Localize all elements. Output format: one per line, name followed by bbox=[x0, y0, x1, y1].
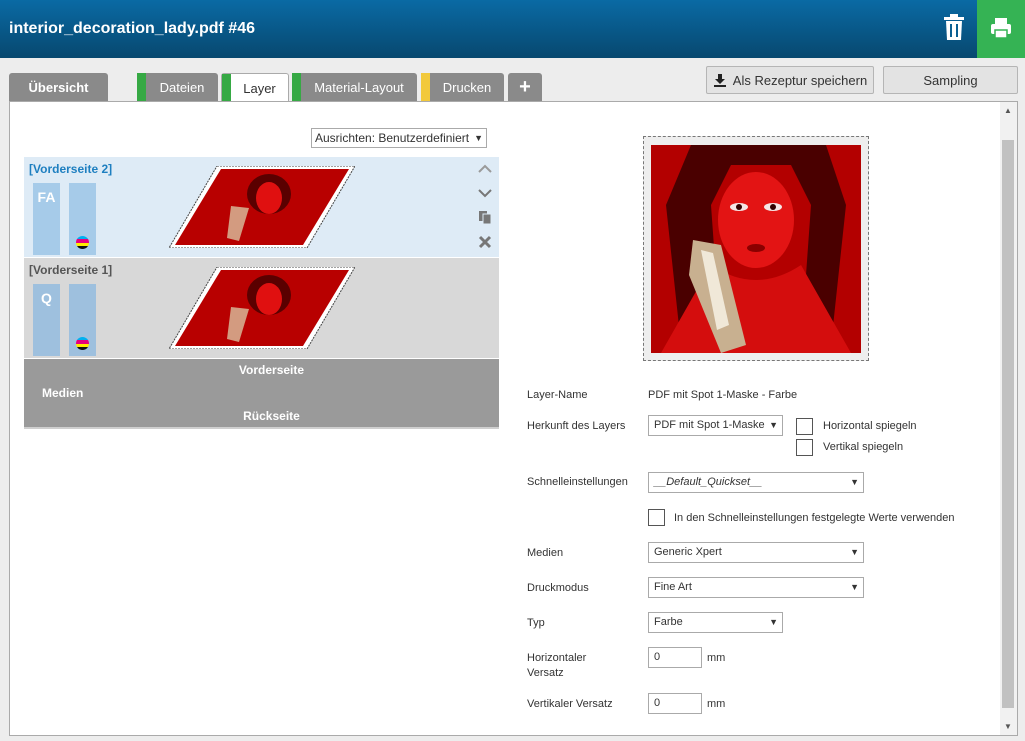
layer-type-chip: Q bbox=[33, 284, 60, 356]
tab-label: Übersicht bbox=[28, 79, 89, 95]
tab-status-stripe bbox=[137, 73, 146, 101]
print-mode-label: Druckmodus bbox=[527, 582, 589, 594]
layer-name-label: Layer-Name bbox=[527, 389, 588, 401]
tab-layer[interactable]: Layer bbox=[221, 73, 289, 103]
layer-thumbnail bbox=[169, 166, 355, 248]
tab-print[interactable]: Drucken bbox=[421, 73, 504, 101]
quickset-label: Schnelleinstellungen bbox=[527, 476, 628, 488]
flip-vertical-label: Vertikal spiegeln bbox=[823, 441, 904, 453]
layer-origin-label: Herkunft des Layers bbox=[527, 420, 626, 432]
type-select[interactable]: Farbe ▼ bbox=[648, 612, 783, 633]
type-value: Farbe bbox=[654, 616, 683, 628]
media-label: Medien bbox=[42, 386, 84, 400]
align-select[interactable]: Ausrichten: Benutzerdefiniert ▼ bbox=[311, 128, 487, 148]
print-mode-select[interactable]: Fine Art ▼ bbox=[648, 577, 864, 598]
trash-icon[interactable] bbox=[941, 12, 967, 42]
move-up-icon[interactable] bbox=[477, 161, 493, 177]
layer-origin-select[interactable]: PDF mit Spot 1-Maske ▼ bbox=[648, 415, 783, 436]
duplicate-icon[interactable] bbox=[477, 209, 493, 225]
flip-horizontal-checkbox[interactable] bbox=[796, 418, 813, 435]
chevron-down-icon: ▼ bbox=[850, 582, 859, 592]
tab-label: Dateien bbox=[159, 79, 205, 95]
media-front-label: Vorderseite bbox=[238, 363, 305, 377]
download-icon bbox=[713, 74, 726, 87]
layer-name-value: PDF mit Spot 1-Maske - Farbe bbox=[648, 389, 798, 401]
scrollbar[interactable]: ▲ ▼ bbox=[1000, 102, 1017, 735]
move-down-icon[interactable] bbox=[477, 185, 493, 201]
media-value: Generic Xpert bbox=[654, 546, 722, 558]
delete-icon[interactable] bbox=[477, 234, 493, 250]
layer-name: [Vorderseite 1] bbox=[29, 263, 113, 277]
flip-horizontal-label: Horizontal spiegeln bbox=[823, 420, 917, 432]
horizontal-offset-value: 0 bbox=[654, 651, 661, 663]
print-button[interactable] bbox=[977, 0, 1025, 58]
chevron-down-icon: ▼ bbox=[769, 420, 778, 430]
plus-icon: + bbox=[519, 75, 531, 98]
tab-files[interactable]: Dateien bbox=[137, 73, 218, 101]
tab-status-stripe bbox=[292, 73, 301, 101]
tab-label: Drucken bbox=[442, 79, 492, 95]
tab-label: Material-Layout bbox=[314, 79, 404, 95]
horizontal-offset-unit: mm bbox=[707, 652, 726, 664]
divider bbox=[24, 427, 499, 429]
vertical-offset-value: 0 bbox=[654, 697, 661, 709]
scroll-down-icon[interactable]: ▼ bbox=[1004, 722, 1012, 731]
horizontal-offset-label-2: Versatz bbox=[527, 667, 564, 679]
preview-image bbox=[651, 145, 861, 353]
layer-type-label: FA bbox=[37, 189, 56, 205]
layer-thumbnail bbox=[169, 267, 355, 349]
print-mode-value: Fine Art bbox=[654, 581, 692, 593]
tab-material-layout[interactable]: Material-Layout bbox=[292, 73, 417, 101]
chevron-down-icon: ▼ bbox=[474, 133, 483, 143]
vertical-offset-label: Vertikaler Versatz bbox=[527, 698, 613, 710]
media-select[interactable]: Generic Xpert ▼ bbox=[648, 542, 864, 563]
media-field-label: Medien bbox=[527, 547, 564, 559]
chevron-down-icon: ▼ bbox=[769, 617, 778, 627]
save-recipe-button[interactable]: Als Rezeptur speichern bbox=[706, 66, 874, 94]
chevron-down-icon: ▼ bbox=[850, 477, 859, 487]
use-quickset-checkbox[interactable] bbox=[648, 509, 665, 526]
layer-item-front-2[interactable]: [Vorderseite 2] FA bbox=[24, 157, 499, 257]
window-title: interior_decoration_lady.pdf #46 bbox=[9, 20, 255, 37]
chevron-down-icon: ▼ bbox=[850, 547, 859, 557]
layer-color-chip bbox=[69, 284, 96, 356]
type-label: Typ bbox=[527, 617, 545, 629]
tab-label: Layer bbox=[243, 81, 276, 96]
align-select-value: Ausrichten: Benutzerdefiniert bbox=[315, 131, 470, 145]
printer-icon bbox=[991, 18, 1011, 39]
save-recipe-label: Als Rezeptur speichern bbox=[732, 72, 868, 88]
tab-status-stripe bbox=[421, 73, 430, 101]
vertical-offset-input[interactable]: 0 bbox=[648, 693, 702, 714]
sampling-label: Sampling bbox=[923, 72, 978, 88]
add-tab-button[interactable]: + bbox=[508, 73, 542, 101]
scroll-thumb[interactable] bbox=[1002, 140, 1014, 708]
media-row: Vorderseite Medien Rückseite bbox=[24, 359, 499, 427]
layer-preview bbox=[643, 136, 869, 361]
layer-type-chip: FA bbox=[33, 183, 60, 255]
layer-origin-value: PDF mit Spot 1-Maske bbox=[654, 419, 765, 431]
cmyk-icon bbox=[76, 236, 89, 249]
media-back-label: Rückseite bbox=[243, 409, 300, 423]
layer-item-front-1[interactable]: [Vorderseite 1] Q bbox=[24, 258, 499, 358]
layer-color-chip bbox=[69, 183, 96, 255]
scroll-up-icon[interactable]: ▲ bbox=[1004, 106, 1012, 115]
vertical-offset-unit: mm bbox=[707, 698, 726, 710]
use-quickset-label: In den Schnelleinstellungen festgelegte … bbox=[674, 512, 955, 524]
tab-status-stripe bbox=[222, 74, 231, 103]
cmyk-icon bbox=[76, 337, 89, 350]
sampling-button[interactable]: Sampling bbox=[883, 66, 1018, 94]
quickset-value: __Default_Quickset__ bbox=[654, 476, 763, 488]
horizontal-offset-label: Horizontaler bbox=[527, 652, 587, 664]
layer-name: [Vorderseite 2] bbox=[29, 162, 113, 176]
tab-overview[interactable]: Übersicht bbox=[9, 73, 108, 101]
quickset-select[interactable]: __Default_Quickset__ ▼ bbox=[648, 472, 864, 493]
flip-vertical-checkbox[interactable] bbox=[796, 439, 813, 456]
title-bar: interior_decoration_lady.pdf #46 bbox=[0, 0, 1025, 58]
layer-type-label: Q bbox=[41, 290, 52, 306]
horizontal-offset-input[interactable]: 0 bbox=[648, 647, 702, 668]
